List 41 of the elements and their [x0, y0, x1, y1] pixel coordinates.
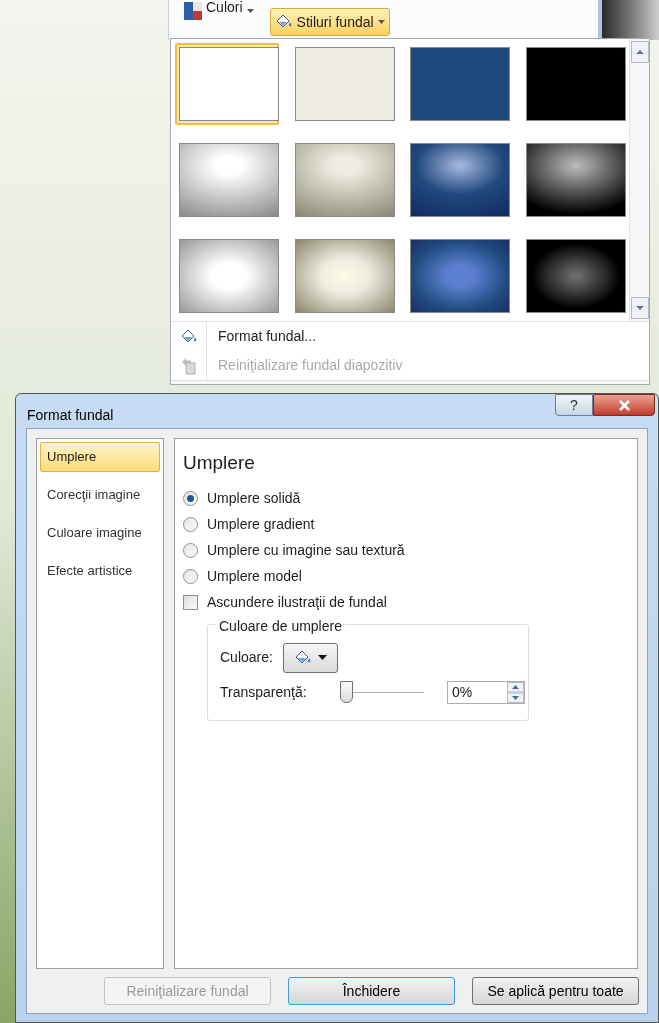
colors-button[interactable]: Culori — [180, 0, 258, 22]
dialog-button[interactable]: Se aplică pentru toate — [472, 977, 639, 1005]
sidebar-item[interactable]: Corecţii imagine — [40, 480, 160, 510]
paint-bucket-icon — [179, 328, 198, 345]
field-label: Transparenţă: — [220, 682, 308, 702]
radio-button[interactable] — [183, 517, 198, 532]
dialog-button[interactable]: Închidere — [288, 977, 455, 1005]
radio-label: Umplere solidă — [207, 489, 301, 508]
background-swatch[interactable] — [175, 43, 279, 125]
radio-button[interactable] — [183, 569, 198, 584]
dark-panel — [598, 0, 659, 40]
close-icon — [617, 399, 631, 411]
spin-box[interactable]: 0% — [447, 680, 525, 704]
radio-button[interactable] — [183, 543, 198, 558]
caret-icon — [377, 20, 385, 24]
sidebar-item[interactable]: Culoare imagine — [40, 518, 160, 548]
close-button[interactable] — [593, 394, 655, 416]
paint-bucket-icon — [274, 14, 293, 30]
field-label: Culoare: — [220, 648, 273, 667]
dropdown-arrow-icon — [317, 655, 327, 660]
help-button[interactable]: ? — [555, 394, 593, 416]
spin-arrows-icon[interactable] — [507, 681, 524, 703]
radio-label: Umplere gradient — [207, 515, 315, 534]
caret-icon — [246, 9, 254, 13]
checkbox-label: Ascundere ilustraţii de fundal — [207, 593, 387, 612]
checkbox[interactable] — [183, 595, 198, 610]
slider-thumb[interactable] — [340, 681, 353, 703]
radio-label: Umplere cu imagine sau textură — [207, 541, 405, 560]
color-scheme-icon — [184, 2, 202, 20]
fill-color-dropdown[interactable] — [282, 642, 338, 673]
sidebar-item[interactable]: Efecte artistice — [40, 556, 160, 586]
styles-button[interactable]: Stiluri fundal — [269, 8, 390, 36]
paint-bucket-icon — [293, 649, 312, 666]
window-title: Format fundal — [27, 406, 114, 425]
sidebar-item[interactable]: Umplere — [40, 442, 160, 472]
section-heading: Umplere — [183, 451, 256, 475]
scroll-up-icon[interactable] — [630, 41, 649, 63]
scroll-down-icon[interactable] — [630, 297, 649, 319]
radio-label: Umplere model — [207, 567, 302, 586]
radio-button[interactable] — [183, 491, 198, 506]
menu-item[interactable]: Format fundal... — [171, 322, 649, 351]
